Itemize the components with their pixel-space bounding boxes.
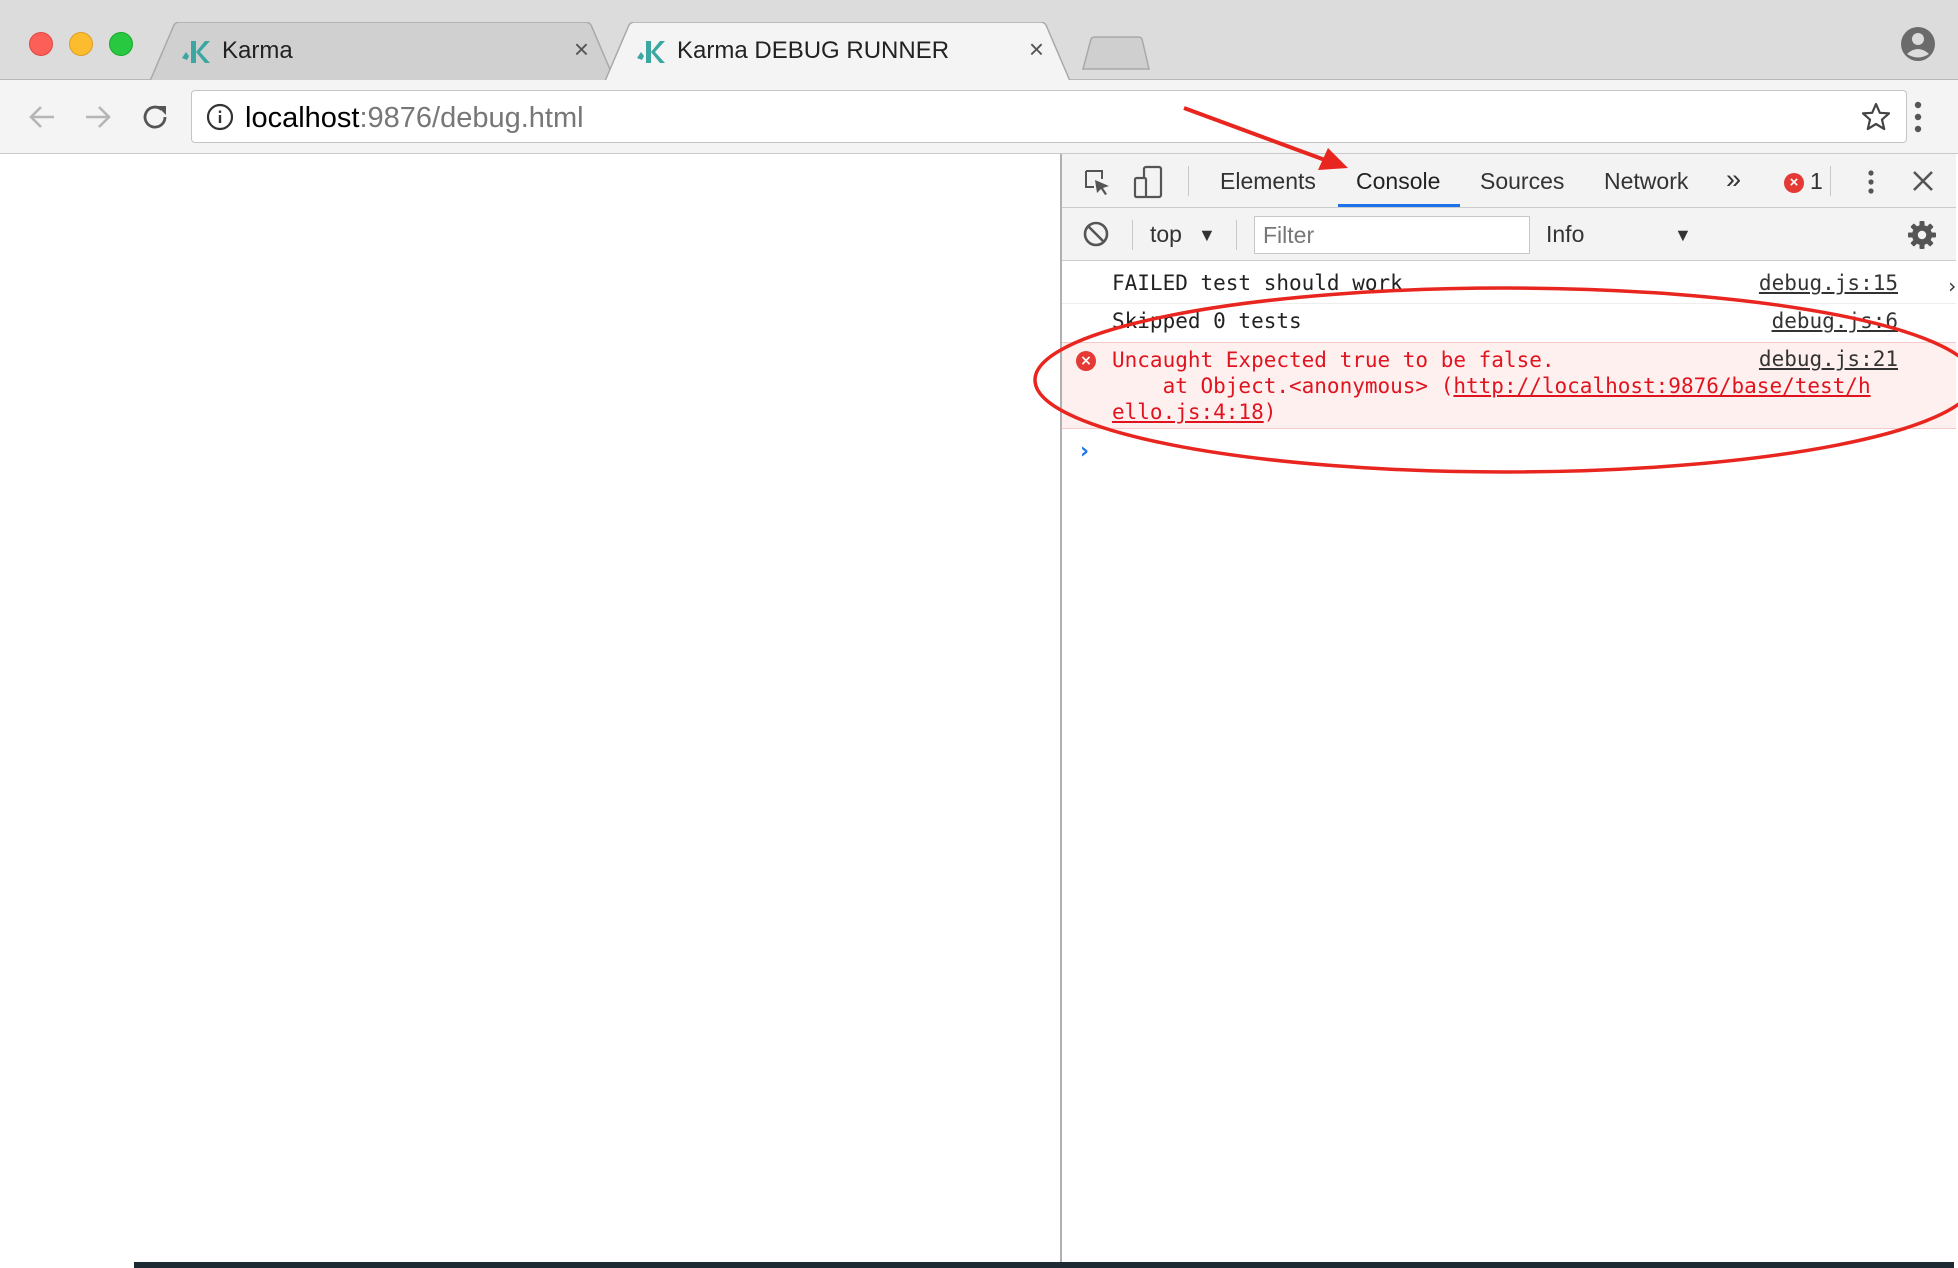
more-tabs-icon[interactable]: » bbox=[1726, 164, 1741, 195]
address-url[interactable]: localhost:9876/debug.html bbox=[245, 102, 584, 135]
bookmark-star-icon[interactable] bbox=[1860, 101, 1892, 133]
page-viewport bbox=[0, 154, 1060, 1262]
devtools-panel: Elements Console Sources Network » × 1 to… bbox=[1060, 154, 1958, 1262]
url-path: :9876/debug.html bbox=[359, 102, 584, 134]
error-icon: × bbox=[1784, 173, 1804, 193]
message-text: Skipped 0 tests bbox=[1112, 309, 1302, 333]
chevron-down-icon[interactable]: ▼ bbox=[1674, 225, 1692, 246]
profile-avatar-icon[interactable] bbox=[1900, 26, 1936, 62]
console-output: FAILED test should work debug.js:15 › Sk… bbox=[1062, 261, 1958, 1262]
tab-console[interactable]: Console bbox=[1356, 168, 1440, 195]
error-count-badge[interactable]: × 1 bbox=[1784, 168, 1823, 195]
stack-suffix: ) bbox=[1263, 400, 1277, 424]
inspect-element-icon[interactable] bbox=[1082, 167, 1112, 197]
source-link[interactable]: debug.js:21 bbox=[1759, 347, 1898, 371]
tab-sources[interactable]: Sources bbox=[1480, 168, 1564, 195]
karma-logo-icon bbox=[182, 41, 210, 63]
close-tab-icon[interactable]: × bbox=[1029, 36, 1044, 62]
console-prompt-icon[interactable]: › bbox=[1080, 439, 1089, 464]
source-link[interactable]: debug.js:15 bbox=[1759, 271, 1898, 295]
tab-strip: Karma × Karma DEBUG RUNNER × bbox=[0, 0, 1958, 81]
error-text: Uncaught Expected true to be false. at O… bbox=[1112, 347, 1871, 425]
tab-network[interactable]: Network bbox=[1604, 168, 1688, 195]
log-level-selector[interactable]: Info bbox=[1546, 221, 1584, 248]
context-selector[interactable]: top bbox=[1150, 221, 1182, 248]
filter-input[interactable] bbox=[1255, 217, 1529, 253]
devtools-tab-bar: Elements Console Sources Network » × 1 bbox=[1062, 154, 1956, 208]
tab-title: Karma DEBUG RUNNER bbox=[677, 37, 950, 64]
devtools-menu-icon[interactable] bbox=[1864, 167, 1878, 197]
close-devtools-icon[interactable] bbox=[1910, 168, 1936, 194]
error-count: 1 bbox=[1810, 168, 1823, 194]
chevron-down-icon[interactable]: ▼ bbox=[1198, 225, 1216, 246]
gear-icon[interactable] bbox=[1907, 220, 1937, 250]
console-message: FAILED test should work debug.js:15 › bbox=[1062, 266, 1958, 304]
active-tab-indicator bbox=[1338, 204, 1460, 207]
site-info-icon[interactable] bbox=[206, 103, 234, 131]
error-line-1: Uncaught Expected true to be false. bbox=[1112, 348, 1555, 372]
window-close-button[interactable] bbox=[29, 32, 53, 56]
toolbar-divider bbox=[1236, 220, 1237, 250]
toolbar-divider bbox=[1132, 220, 1133, 250]
console-message: Skipped 0 tests debug.js:6 bbox=[1062, 304, 1956, 342]
tab-elements[interactable]: Elements bbox=[1220, 168, 1316, 195]
source-link[interactable]: debug.js:6 bbox=[1772, 309, 1898, 333]
stack-link-continued[interactable]: ello.js:4:18 bbox=[1112, 400, 1264, 424]
forward-arrow-icon[interactable] bbox=[78, 98, 116, 136]
back-arrow-icon[interactable] bbox=[24, 98, 62, 136]
error-icon: × bbox=[1076, 351, 1096, 371]
browser-menu-icon[interactable] bbox=[1906, 96, 1930, 138]
console-filter-box[interactable] bbox=[1254, 216, 1530, 254]
tab-title: Karma bbox=[222, 37, 293, 64]
toolbar-divider bbox=[1188, 166, 1189, 196]
console-error-message: × Uncaught Expected true to be false. at… bbox=[1062, 342, 1956, 429]
reload-icon[interactable] bbox=[136, 98, 174, 136]
background-window-edge bbox=[134, 1262, 1954, 1268]
window-minimize-button[interactable] bbox=[69, 32, 93, 56]
device-toolbar-icon[interactable] bbox=[1132, 165, 1164, 199]
close-tab-icon[interactable]: × bbox=[574, 36, 589, 62]
address-bar[interactable]: localhost:9876/debug.html bbox=[191, 90, 1907, 143]
scroll-edge-glyph: › bbox=[1945, 274, 1958, 298]
message-text: FAILED test should work bbox=[1112, 271, 1403, 295]
clear-console-icon[interactable] bbox=[1082, 220, 1110, 248]
karma-logo-icon bbox=[637, 41, 665, 63]
stack-prefix: at Object.<anonymous> ( bbox=[1112, 374, 1454, 398]
window-zoom-button[interactable] bbox=[109, 32, 133, 56]
tab-karma[interactable]: Karma × bbox=[150, 22, 615, 81]
toolbar-divider bbox=[1830, 166, 1831, 196]
tab-karma-debug-runner[interactable]: Karma DEBUG RUNNER × bbox=[605, 22, 1070, 81]
tab-shape bbox=[150, 22, 615, 81]
new-tab-button[interactable] bbox=[1082, 36, 1150, 70]
browser-toolbar: localhost:9876/debug.html bbox=[0, 80, 1958, 154]
stack-link[interactable]: http://localhost:9876/base/test/h bbox=[1453, 374, 1870, 398]
url-host: localhost bbox=[245, 102, 360, 134]
console-toolbar: top ▼ Info ▼ bbox=[1062, 208, 1956, 261]
